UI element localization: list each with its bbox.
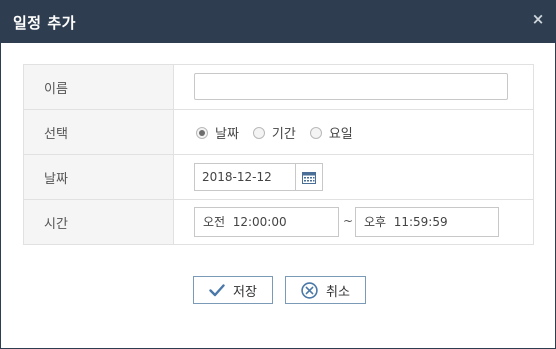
type-radio-group: 날짜 기간 요일: [196, 123, 367, 142]
name-input[interactable]: [194, 73, 508, 100]
check-icon: [209, 283, 225, 296]
cancel-button[interactable]: 취소: [285, 276, 366, 304]
time-row: 시간 오전 12:00:00 ~ 오후 11:59:59: [23, 199, 534, 245]
dialog-titlebar: 일정 추가 ×: [1, 1, 555, 43]
radio-period-dot[interactable]: [252, 126, 265, 139]
select-label: 선택: [23, 109, 174, 155]
date-input[interactable]: 2018-12-12: [194, 163, 296, 191]
add-schedule-dialog: 일정 추가 × 이름 선택 날짜 기간 요일 날짜 2018-12-12 시간 …: [0, 0, 556, 349]
close-icon[interactable]: ×: [530, 11, 546, 27]
radio-weekday-dot[interactable]: [309, 126, 322, 139]
time-label: 시간: [23, 199, 174, 245]
radio-date-dot[interactable]: [196, 126, 208, 139]
schedule-form: 이름 선택 날짜 기간 요일 날짜 2018-12-12 시간 오전 12:00…: [23, 64, 534, 245]
start-time-input[interactable]: 오전 12:00:00: [194, 207, 339, 237]
radio-period-label: 기간: [271, 127, 296, 142]
radio-weekday-label: 요일: [328, 127, 353, 142]
calendar-button[interactable]: [295, 163, 323, 191]
select-row: 선택 날짜 기간 요일: [23, 109, 534, 155]
radio-date-label: 날짜: [215, 127, 239, 142]
cancel-button-label: 취소: [326, 284, 350, 300]
name-label: 이름: [23, 64, 174, 110]
time-separator: ~: [343, 214, 354, 228]
save-button-label: 저장: [233, 284, 257, 300]
radio-period[interactable]: 기간: [252, 123, 296, 142]
calendar-icon: [302, 171, 316, 184]
name-row: 이름: [23, 64, 534, 110]
cancel-circle-icon: [301, 281, 318, 299]
end-time-input[interactable]: 오후 11:59:59: [355, 207, 499, 237]
save-button[interactable]: 저장: [193, 276, 273, 304]
radio-date[interactable]: 날짜: [196, 123, 239, 142]
date-label: 날짜: [23, 154, 174, 200]
radio-weekday[interactable]: 요일: [309, 123, 353, 142]
date-row: 날짜 2018-12-12: [23, 154, 534, 200]
dialog-title: 일정 추가: [13, 14, 76, 32]
